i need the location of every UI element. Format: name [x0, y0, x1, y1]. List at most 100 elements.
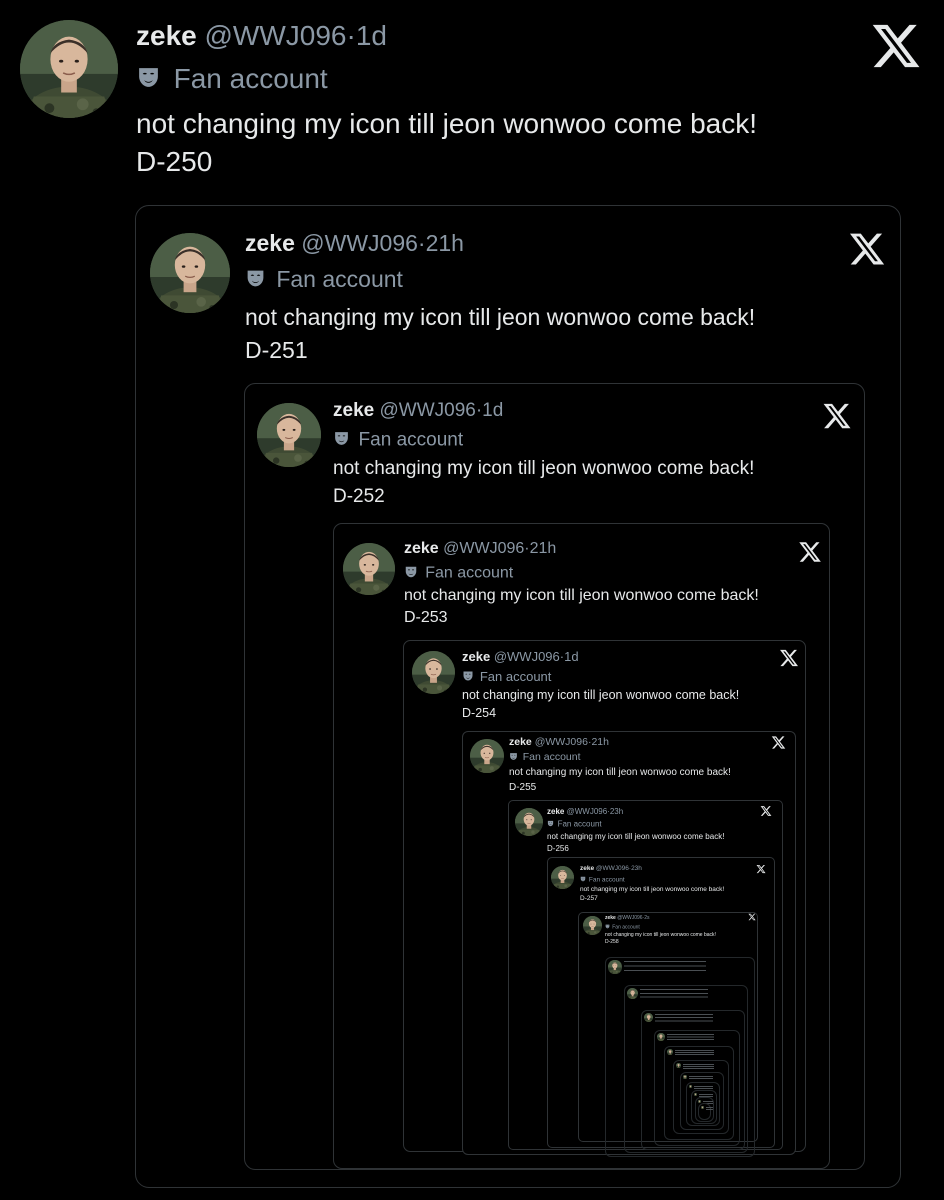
- tweet-header: zeke @WWJ096·1d: [462, 650, 579, 663]
- timestamp[interactable]: 21h: [426, 230, 464, 256]
- display-name[interactable]: zeke: [605, 915, 616, 921]
- fan-account-label: Fan account: [509, 752, 581, 764]
- x-logo-icon[interactable]: [760, 805, 772, 817]
- x-logo-icon[interactable]: [798, 540, 822, 564]
- tweet-header: zeke @WWJ096·21h: [245, 232, 464, 255]
- timestamp[interactable]: 1d: [482, 400, 503, 421]
- timestamp[interactable]: 1d: [356, 20, 387, 51]
- fan-account-text: Fan account: [276, 266, 403, 293]
- x-logo-icon[interactable]: [870, 20, 922, 72]
- fan-account-label: Fan account: [404, 565, 513, 583]
- avatar[interactable]: [150, 233, 230, 313]
- fan-account-text: Fan account: [479, 669, 552, 684]
- fan-account-label: Fan account: [462, 670, 551, 684]
- separator-dot: ·: [346, 20, 356, 51]
- timestamp[interactable]: 23h: [631, 865, 642, 872]
- user-handle[interactable]: @WWJ096: [205, 20, 347, 51]
- display-name[interactable]: zeke: [547, 807, 564, 816]
- tweet-header: zeke @WWJ096·21h: [509, 737, 609, 748]
- x-logo-icon[interactable]: [756, 864, 766, 874]
- theater-mask-icon: [462, 670, 474, 684]
- user-handle[interactable]: @WWJ096: [535, 736, 588, 748]
- fan-account-text: Fan account: [588, 876, 625, 884]
- user-handle[interactable]: @WWJ096: [617, 915, 642, 921]
- day-counter: D-251: [245, 337, 308, 363]
- user-handle[interactable]: @WWJ096: [443, 540, 524, 557]
- tweet-text: not changing my icon till jeon wonwoo co…: [580, 886, 725, 893]
- nested-tweet-text-lines: [666, 1034, 715, 1042]
- tweet-header: zeke @WWJ096·1d: [333, 401, 503, 420]
- tweet-header: zeke @WWJ096·2s: [605, 916, 650, 921]
- nested-tweet-text-lines: [689, 1076, 714, 1080]
- day-counter: D-252: [333, 486, 385, 507]
- fan-account-text: Fan account: [358, 429, 464, 451]
- nested-tweet-text-lines: [640, 989, 709, 1000]
- fan-account-label: Fan account: [136, 65, 328, 95]
- user-handle[interactable]: @WWJ096: [567, 807, 608, 816]
- timestamp[interactable]: 2s: [644, 915, 649, 921]
- display-name[interactable]: zeke: [333, 400, 374, 421]
- user-handle[interactable]: @WWJ096: [494, 649, 560, 664]
- theater-mask-icon: [333, 430, 350, 451]
- fan-account-label: Fan account: [605, 924, 640, 931]
- theater-mask-icon: [245, 268, 266, 293]
- avatar[interactable]: [20, 20, 118, 118]
- display-name[interactable]: zeke: [580, 865, 594, 872]
- timestamp[interactable]: 23h: [610, 807, 623, 816]
- user-handle[interactable]: @WWJ096: [301, 230, 418, 256]
- day-counter: D-257: [580, 895, 598, 902]
- avatar: [608, 960, 622, 974]
- timestamp[interactable]: 21h: [530, 540, 557, 557]
- nested-tweet-text-lines: [675, 1050, 714, 1056]
- day-counter: D-256: [547, 844, 569, 853]
- x-logo-icon[interactable]: [771, 735, 786, 750]
- display-name[interactable]: zeke: [509, 736, 532, 748]
- fan-account-label: Fan account: [580, 876, 625, 885]
- avatar[interactable]: [470, 739, 504, 773]
- timestamp[interactable]: 1d: [564, 649, 578, 664]
- tweet-header: zeke @WWJ096·1d: [136, 22, 387, 50]
- user-handle[interactable]: @WWJ096: [596, 865, 629, 872]
- x-logo-icon[interactable]: [748, 913, 756, 921]
- user-handle[interactable]: @WWJ096: [379, 400, 475, 421]
- avatar[interactable]: [583, 916, 602, 935]
- x-logo-icon[interactable]: [779, 648, 799, 668]
- avatar[interactable]: [257, 403, 321, 467]
- fan-account-text: Fan account: [557, 819, 602, 829]
- tweet-text: not changing my icon till jeon wonwoo co…: [245, 304, 756, 330]
- tweet-text: not changing my icon till jeon wonwoo co…: [509, 767, 731, 778]
- avatar[interactable]: [551, 866, 574, 889]
- x-logo-icon[interactable]: [822, 401, 852, 431]
- tweet-text: not changing my icon till jeon wonwoo co…: [404, 587, 759, 604]
- display-name[interactable]: zeke: [404, 540, 439, 557]
- day-counter: D-254: [462, 706, 497, 720]
- day-counter: D-258: [605, 939, 619, 945]
- display-name[interactable]: zeke: [245, 230, 295, 256]
- avatar[interactable]: [515, 808, 543, 836]
- tweet-header: zeke @WWJ096·21h: [404, 541, 556, 557]
- theater-mask-icon: [605, 924, 610, 931]
- tweet-header: zeke @WWJ096·23h: [547, 808, 623, 816]
- timestamp[interactable]: 21h: [591, 736, 609, 748]
- display-name[interactable]: zeke: [462, 649, 490, 664]
- fan-account-text: Fan account: [173, 63, 328, 94]
- nested-tweet-text-lines: [623, 961, 707, 974]
- tweet-text: not changing my icon till jeon wonwoo co…: [605, 932, 716, 938]
- fan-account-text: Fan account: [425, 564, 514, 582]
- display-name[interactable]: zeke: [136, 20, 197, 51]
- fan-account-text: Fan account: [522, 751, 581, 764]
- nested-tweet-text-lines: [706, 1107, 714, 1110]
- day-counter: D-253: [404, 609, 448, 626]
- theater-mask-icon: [509, 752, 518, 764]
- nested-quoted-tweet-card: [698, 1103, 711, 1120]
- theater-mask-icon: [404, 565, 418, 583]
- tweet-text: not changing my icon till jeon wonwoo co…: [333, 458, 755, 479]
- day-counter: D-255: [509, 782, 537, 793]
- nested-tweet-text-lines: [655, 1014, 713, 1023]
- avatar[interactable]: [412, 651, 455, 694]
- x-logo-icon[interactable]: [848, 230, 886, 268]
- fan-account-label: Fan account: [547, 820, 602, 829]
- avatar[interactable]: [343, 543, 395, 595]
- tweet-text: not changing my icon till jeon wonwoo co…: [547, 832, 725, 841]
- fan-account-label: Fan account: [333, 430, 463, 451]
